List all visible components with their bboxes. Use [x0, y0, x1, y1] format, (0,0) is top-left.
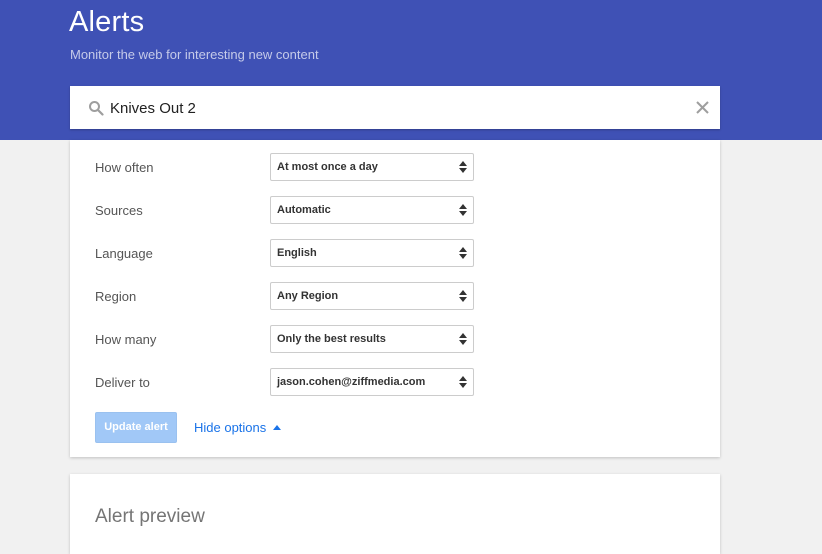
- search-icon: [89, 101, 104, 116]
- how-often-value: At most once a day: [277, 161, 378, 173]
- hide-options-label: Hide options: [194, 420, 267, 435]
- region-value: Any Region: [277, 290, 339, 302]
- select-arrows-icon: [459, 333, 467, 345]
- sources-select[interactable]: Automatic: [270, 196, 474, 224]
- page-title: Alerts: [69, 6, 145, 38]
- how-many-select[interactable]: Only the best results: [270, 325, 474, 353]
- update-alert-button[interactable]: Update alert: [95, 412, 177, 443]
- select-arrows-icon: [459, 204, 467, 216]
- language-select[interactable]: English: [270, 239, 474, 267]
- caret-up-icon: [273, 425, 282, 430]
- region-select[interactable]: Any Region: [270, 282, 474, 310]
- deliver-to-value: jason.cohen@ziffmedia.com: [277, 376, 426, 388]
- alert-options-panel: How often At most once a day Sources Aut…: [70, 140, 720, 457]
- deliver-to-select[interactable]: jason.cohen@ziffmedia.com: [270, 368, 474, 396]
- sources-value: Automatic: [277, 204, 331, 216]
- sources-label: Sources: [95, 203, 143, 218]
- select-arrows-icon: [459, 290, 467, 302]
- alert-preview-title: Alert preview: [95, 506, 205, 527]
- close-icon[interactable]: [695, 100, 710, 115]
- page-subtitle: Monitor the web for interesting new cont…: [70, 47, 319, 62]
- how-many-label: How many: [95, 332, 157, 347]
- select-arrows-icon: [459, 376, 467, 388]
- alert-preview-panel: Alert preview: [70, 474, 720, 554]
- deliver-to-label: Deliver to: [95, 375, 150, 390]
- select-arrows-icon: [459, 247, 467, 259]
- hide-options-link[interactable]: Hide options: [194, 420, 282, 435]
- how-often-select[interactable]: At most once a day: [270, 153, 474, 181]
- how-often-label: How often: [95, 160, 154, 175]
- search-box[interactable]: [70, 86, 720, 129]
- language-label: Language: [95, 246, 153, 261]
- search-input[interactable]: [110, 97, 670, 119]
- select-arrows-icon: [459, 161, 467, 173]
- region-label: Region: [95, 289, 137, 304]
- language-value: English: [277, 247, 317, 259]
- how-many-value: Only the best results: [277, 333, 386, 345]
